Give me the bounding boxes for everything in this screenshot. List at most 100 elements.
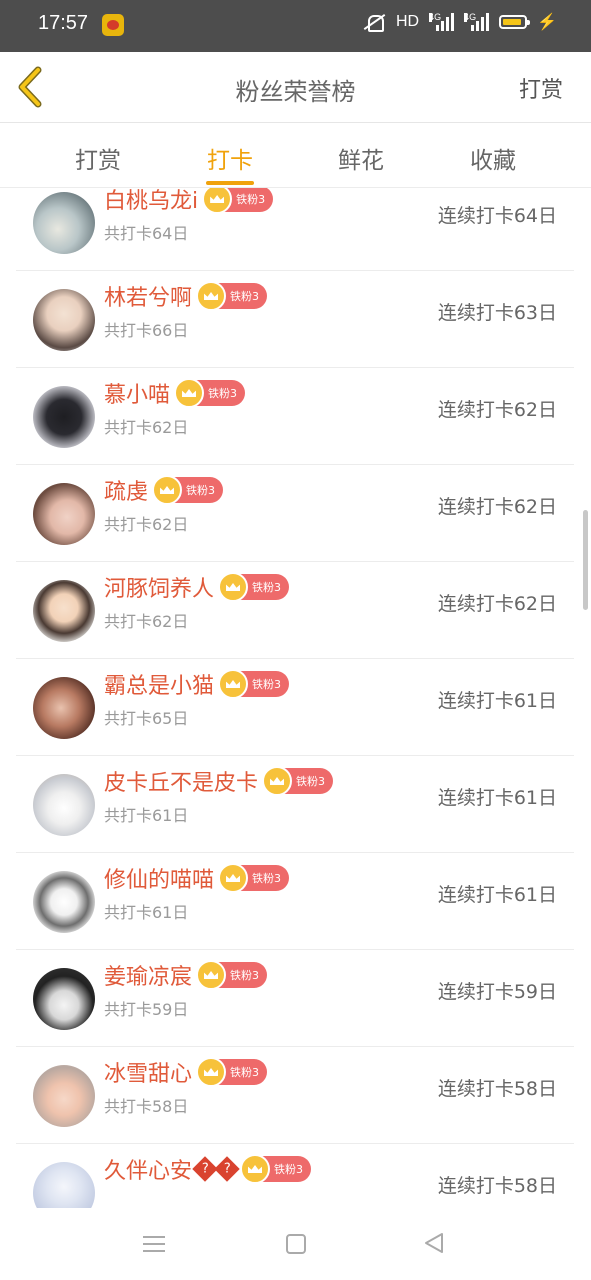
crown-icon (196, 1057, 227, 1087)
fan-level-badge: 铁粉3 (196, 960, 268, 990)
fan-level-badge: 铁粉3 (240, 1154, 312, 1184)
crown-icon (218, 572, 249, 602)
avatar[interactable] (33, 580, 95, 642)
checkin-streak: 连续打卡61日 (437, 787, 557, 809)
crown-icon (240, 1154, 271, 1184)
list-item[interactable]: 久伴心安 ? ? 铁粉3 连续打卡58日 (16, 1144, 574, 1208)
checkin-streak: 连续打卡62日 (437, 399, 557, 421)
list-item[interactable]: 疏虔 铁粉3 共打卡62日 连续打卡62日 (16, 465, 574, 562)
checkin-streak: 连续打卡59日 (437, 981, 557, 1003)
avatar[interactable] (33, 677, 95, 739)
crown-icon (174, 378, 205, 408)
reward-button[interactable]: 打赏 (519, 72, 563, 104)
total-checkins: 共打卡62日 (104, 515, 189, 534)
list-item[interactable]: 慕小喵 铁粉3 共打卡62日 连续打卡62日 (16, 368, 574, 465)
crown-icon (262, 766, 293, 796)
total-checkins: 共打卡64日 (104, 224, 189, 243)
system-nav-bar (0, 1208, 591, 1280)
fan-name[interactable]: 久伴心安 (104, 1153, 192, 1185)
charging-icon: ⚡ (537, 14, 557, 31)
list-item[interactable]: 河豚饲养人 铁粉3 共打卡62日 连续打卡62日 (16, 562, 574, 659)
tab-reward[interactable]: 打赏 (38, 141, 158, 175)
avatar[interactable] (33, 871, 95, 933)
list-item[interactable]: 修仙的喵喵 铁粉3 共打卡61日 连续打卡61日 (16, 853, 574, 950)
crown-icon (202, 188, 233, 214)
crown-icon (196, 960, 227, 990)
weibo-notification-icon (102, 14, 124, 36)
avatar[interactable] (33, 386, 95, 448)
checkin-streak: 连续打卡58日 (437, 1175, 557, 1197)
fan-level-badge: 铁粉3 (218, 863, 290, 893)
list-item[interactable]: 姜瑜凉宸 铁粉3 共打卡59日 连续打卡59日 (16, 950, 574, 1047)
fan-level-badge: 铁粉3 (196, 281, 268, 311)
avatar[interactable] (33, 1065, 95, 1127)
fan-name[interactable]: 皮卡丘不是皮卡 (104, 765, 258, 797)
battery-icon (499, 15, 531, 29)
total-checkins: 共打卡61日 (104, 903, 189, 922)
checkin-streak: 连续打卡63日 (437, 302, 557, 324)
tab-favorites[interactable]: 收藏 (433, 141, 553, 175)
avatar[interactable] (33, 1162, 95, 1208)
header: 粉丝荣誉榜 打赏 (0, 52, 591, 123)
status-bar: 17:57 HD 4G 4G ⚡ (0, 0, 591, 52)
tab-checkin[interactable]: 打卡 (170, 141, 290, 175)
fan-name[interactable]: 修仙的喵喵 (104, 862, 214, 894)
list-item[interactable]: 白桃乌龙i 铁粉3 共打卡64日 连续打卡64日 (16, 188, 574, 271)
total-checkins: 共打卡66日 (104, 321, 189, 340)
total-checkins: 共打卡58日 (104, 1097, 189, 1116)
page-title: 粉丝荣誉榜 (235, 78, 356, 106)
total-checkins: 共打卡62日 (104, 612, 189, 631)
checkin-streak: 连续打卡61日 (437, 884, 557, 906)
list-item[interactable]: 皮卡丘不是皮卡 铁粉3 共打卡61日 连续打卡61日 (16, 756, 574, 853)
fan-list[interactable]: 白桃乌龙i 铁粉3 共打卡64日 连续打卡64日 林若兮啊 铁粉3 共打卡66日… (0, 188, 591, 1208)
fan-level-badge: 铁粉3 (202, 188, 274, 214)
mute-icon (362, 12, 386, 32)
crown-icon (152, 475, 183, 505)
list-item[interactable]: 冰雪甜心 铁粉3 共打卡58日 连续打卡58日 (16, 1047, 574, 1144)
signal-icon: 4G (429, 13, 455, 31)
status-time: 17:57 (38, 12, 89, 34)
fan-level-badge: 铁粉3 (218, 669, 290, 699)
crown-icon (218, 863, 249, 893)
crown-icon (196, 281, 227, 311)
signal-icon-2: 4G (464, 13, 490, 31)
fan-name[interactable]: 霸总是小猫 (104, 668, 214, 700)
total-checkins: 共打卡65日 (104, 709, 189, 728)
checkin-streak: 连续打卡64日 (437, 205, 557, 227)
total-checkins: 共打卡62日 (104, 418, 189, 437)
fan-name[interactable]: 姜瑜凉宸 (104, 959, 192, 991)
fan-name[interactable]: 白桃乌龙i (104, 188, 198, 215)
hd-label: HD (395, 13, 420, 30)
recent-apps-icon[interactable] (143, 1236, 165, 1252)
home-icon[interactable] (286, 1234, 306, 1254)
crown-icon (218, 669, 249, 699)
avatar[interactable] (33, 968, 95, 1030)
status-indicators: HD 4G 4G ⚡ (362, 12, 557, 32)
fan-level-badge: 铁粉3 (174, 378, 246, 408)
fan-name[interactable]: 冰雪甜心 (104, 1056, 192, 1088)
scrollbar[interactable] (583, 510, 588, 610)
fan-name[interactable]: 疏虔 (104, 474, 148, 506)
fan-name[interactable]: 慕小喵 (104, 377, 170, 409)
avatar[interactable] (33, 289, 95, 351)
total-checkins: 共打卡61日 (104, 806, 189, 825)
back-icon[interactable] (424, 1232, 444, 1254)
emoji-placeholder-icon: ? (214, 1156, 240, 1182)
checkin-streak: 连续打卡62日 (437, 593, 557, 615)
tab-flowers[interactable]: 鲜花 (301, 141, 421, 175)
list-item[interactable]: 林若兮啊 铁粉3 共打卡66日 连续打卡63日 (16, 271, 574, 368)
avatar[interactable] (33, 483, 95, 545)
active-tab-indicator (206, 181, 254, 185)
fan-level-badge: 铁粉3 (262, 766, 334, 796)
fan-name[interactable]: 林若兮啊 (104, 280, 192, 312)
tab-bar: 打赏 打卡 鲜花 收藏 (0, 123, 591, 188)
checkin-streak: 连续打卡58日 (437, 1078, 557, 1100)
avatar[interactable] (33, 774, 95, 836)
checkin-streak: 连续打卡61日 (437, 690, 557, 712)
fan-level-badge: 铁粉3 (196, 1057, 268, 1087)
fan-level-badge: 铁粉3 (152, 475, 224, 505)
fan-level-badge: 铁粉3 (218, 572, 290, 602)
list-item[interactable]: 霸总是小猫 铁粉3 共打卡65日 连续打卡61日 (16, 659, 574, 756)
avatar[interactable] (33, 192, 95, 254)
fan-name[interactable]: 河豚饲养人 (104, 571, 214, 603)
